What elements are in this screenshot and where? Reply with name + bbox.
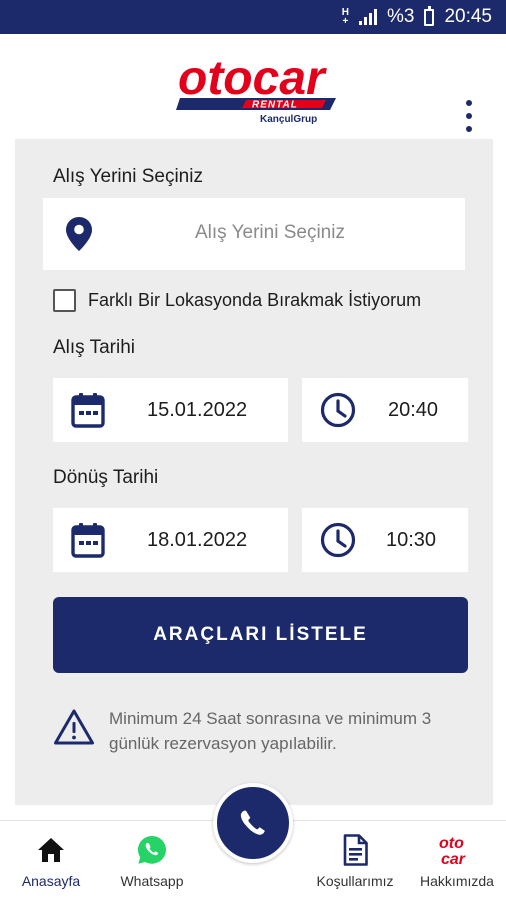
location-pin-icon (66, 217, 92, 251)
brand-sub: RENTAL (252, 100, 298, 111)
svg-text:oto: oto (439, 835, 464, 852)
nav-whatsapp-label: Whatsapp (120, 873, 184, 889)
pickup-location-placeholder: Alış Yerini Seçiniz (195, 222, 345, 243)
calendar-icon (71, 523, 105, 558)
return-date-field[interactable]: 18.01.2022 (53, 508, 288, 572)
brand-wordmark: otocar (178, 52, 327, 105)
pickup-location-label: Alış Yerini Seçiniz (53, 166, 203, 187)
clock-icon (320, 392, 356, 428)
clock: 20:45 (444, 6, 492, 27)
different-dropoff-row[interactable]: Farklı Bir Lokasyonda Bırakmak İstiyorum (53, 289, 421, 312)
pickup-time-field[interactable]: 20:40 (302, 378, 468, 442)
return-time-value: 10:30 (386, 529, 437, 551)
nav-about[interactable]: oto car Hakkımızda (412, 833, 502, 889)
nav-terms-label: Koşullarımız (316, 873, 394, 889)
home-icon (38, 838, 64, 862)
pickup-time-value: 20:40 (388, 399, 439, 421)
pickup-date-value: 15.01.2022 (147, 399, 248, 421)
svg-text:car: car (441, 851, 466, 867)
warning-icon (54, 709, 94, 745)
phone-icon (240, 810, 265, 835)
pickup-date-label: Alış Tarihi (53, 337, 136, 358)
nav-about-label: Hakkımızda (420, 873, 494, 889)
list-cars-button[interactable]: ARAÇLARI LİSTELE (53, 597, 468, 673)
different-dropoff-label: Farklı Bir Lokasyonda Bırakmak İstiyorum (88, 290, 422, 310)
nav-terms[interactable]: Koşullarımız (308, 833, 402, 889)
whatsapp-icon (138, 836, 166, 864)
network-type-indicator: H + (341, 7, 349, 27)
brand-group: KançulGrup (260, 114, 317, 125)
battery-percent: %3 (386, 6, 415, 27)
pickup-location-field[interactable]: Alış Yerini Seçiniz (43, 198, 465, 270)
overflow-menu-icon[interactable] (458, 100, 480, 132)
pickup-date-field[interactable]: 15.01.2022 (53, 378, 288, 442)
return-time-field[interactable]: 10:30 (302, 508, 468, 572)
call-button[interactable] (213, 783, 293, 863)
clock-icon (320, 522, 356, 558)
otocar-logo-icon: oto car (439, 835, 466, 867)
otocar-logo: otocar RENTAL KançulGrup (176, 52, 336, 125)
status-bar: H + %3 20:45 (0, 0, 506, 34)
battery-icon (424, 5, 435, 26)
nav-whatsapp[interactable]: Whatsapp (112, 833, 192, 889)
calendar-icon (71, 393, 105, 428)
different-dropoff-checkbox[interactable] (53, 289, 76, 312)
app-header: otocar RENTAL KançulGrup (0, 34, 506, 138)
return-date-value: 18.01.2022 (147, 529, 248, 551)
notice-text: Minimum 24 Saat sonrasına ve minimum 3 g… (109, 709, 432, 753)
nav-home-label: Anasayfa (21, 873, 81, 889)
document-icon (343, 834, 368, 866)
signal-icon (358, 9, 377, 25)
return-date-label: Dönüş Tarihi (53, 467, 159, 488)
nav-home[interactable]: Anasayfa (12, 833, 90, 889)
